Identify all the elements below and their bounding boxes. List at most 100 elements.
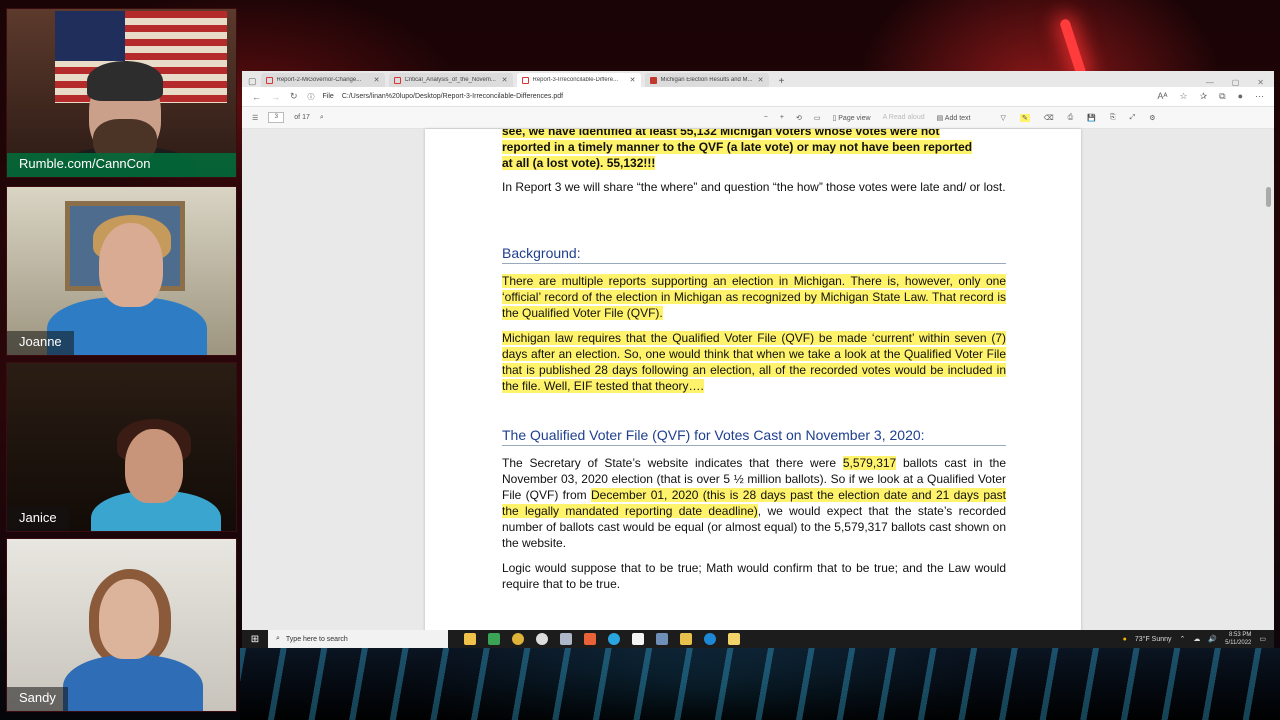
info-icon[interactable]: ⓘ <box>308 92 315 102</box>
forward-icon[interactable]: → <box>271 92 280 102</box>
background-paragraph-2: Michigan law requires that the Qualified… <box>502 330 1006 394</box>
minimize-icon[interactable]: — <box>1206 78 1214 87</box>
app-icon[interactable] <box>560 633 572 645</box>
browser-tab[interactable]: Report-2-MiGovernor-Change... ✕ <box>260 73 385 87</box>
weather-text[interactable]: 73°F Sunny <box>1135 636 1172 643</box>
app-icon[interactable] <box>656 633 668 645</box>
file-explorer-icon[interactable] <box>464 633 476 645</box>
clock-date: 5/11/2022 <box>1225 640 1252 646</box>
save-as-icon[interactable]: ⎘ <box>1110 114 1116 122</box>
weather-icon[interactable]: ● <box>1123 636 1127 643</box>
page-view-button[interactable]: ▯ Page view <box>832 114 870 122</box>
pdf-icon <box>393 76 401 84</box>
close-tab-icon[interactable]: ✕ <box>502 76 508 84</box>
pdf-viewer[interactable]: see, we have identified at least 55,132 … <box>242 129 1274 630</box>
highlight-icon[interactable]: ✎ <box>1019 113 1030 122</box>
erase-icon[interactable]: ⌫ <box>1044 114 1054 122</box>
highlighted-text: Michigan law requires that the Qualified… <box>502 331 1006 393</box>
save-icon[interactable]: 💾 <box>1087 114 1096 122</box>
brave-icon[interactable] <box>584 633 596 645</box>
fullscreen-icon[interactable]: ⤢ <box>1130 114 1136 122</box>
page-number-input[interactable]: 3 <box>268 112 285 123</box>
read-mode-icon[interactable]: Aᴬ <box>1157 91 1167 102</box>
guest-head <box>125 429 183 503</box>
tab-actions-icon[interactable]: ▢ <box>248 76 257 87</box>
page-total: of 17 <box>294 114 310 121</box>
browser-tab-active[interactable]: Report-3-Irreconcilable-Differe... ✕ <box>516 73 641 87</box>
draw-icon[interactable]: ▽ <box>1000 114 1005 122</box>
app-icon[interactable] <box>488 633 500 645</box>
obs-icon[interactable] <box>536 633 548 645</box>
edge-icon[interactable] <box>704 633 716 645</box>
intro-line: reported in a timely manner to the QVF (… <box>502 140 973 154</box>
windows-start-icon[interactable]: ⊞ <box>242 634 268 645</box>
fit-page-icon[interactable]: ▭ <box>814 114 821 122</box>
webcam-guest-joanne: Joanne <box>6 186 237 356</box>
browser-tab[interactable]: Michigan Election Results and M... ✕ <box>644 73 769 87</box>
background-heading: Background: <box>502 245 1006 264</box>
url-field[interactable]: ⓘ File C:/Users/linan%20lupo/Desktop/Rep… <box>308 92 564 102</box>
chevron-up-icon[interactable]: ⌃ <box>1180 635 1186 643</box>
pdf-page: see, we have identified at least 55,132 … <box>425 129 1081 630</box>
webcam-guest-janice: Janice <box>6 362 237 532</box>
background-paragraph-1: There are multiple reports supporting an… <box>502 273 1006 321</box>
pdf-icon <box>521 76 529 84</box>
tab-title: Michigan Election Results and M... <box>660 77 753 83</box>
read-aloud-button[interactable]: A Read aloud <box>883 114 925 121</box>
close-window-icon[interactable]: ✕ <box>1257 78 1264 87</box>
new-tab-button[interactable]: + <box>773 76 791 87</box>
network-icon[interactable]: ☁ <box>1193 635 1200 643</box>
close-tab-icon[interactable]: ✕ <box>758 76 764 84</box>
search-icon: ⌕ <box>276 635 280 642</box>
chrome-icon[interactable] <box>512 633 524 645</box>
pdf-icon <box>265 76 273 84</box>
telegram-icon[interactable] <box>608 633 620 645</box>
browser-tab[interactable]: Critical_Analysis_of_the_Novem... ✕ <box>388 73 513 87</box>
site-icon <box>649 76 657 84</box>
webcam-nameplate: Janice <box>7 507 69 531</box>
app-icon[interactable] <box>680 633 692 645</box>
tab-title: Report-2-MiGovernor-Change... <box>276 77 362 83</box>
scrollbar-thumb[interactable] <box>1266 187 1271 207</box>
app-icon[interactable] <box>728 633 740 645</box>
maximize-icon[interactable]: ▢ <box>1232 78 1240 87</box>
window-controls: — ▢ ✕ <box>1206 78 1274 87</box>
webcam-host: Rumble.com/CannCon <box>6 8 237 178</box>
more-menu-icon[interactable]: ⋯ <box>1255 91 1264 102</box>
guest-head <box>99 579 159 659</box>
file-label: File <box>322 93 334 100</box>
close-tab-icon[interactable]: ✕ <box>374 76 380 84</box>
pdf-toolbar: ☰ 3 of 17 ⌕ − + ⟲ ▭ ▯ Page view A Read a… <box>242 107 1274 129</box>
guest-figure <box>63 655 203 711</box>
clock[interactable]: 8:53 PM 5/11/2022 <box>1225 631 1251 647</box>
profile-avatar[interactable]: ● <box>1238 91 1243 102</box>
zoom-in-icon[interactable]: + <box>780 114 784 121</box>
volume-icon[interactable]: 🔊 <box>1208 635 1217 643</box>
refresh-icon[interactable]: ↻ <box>290 91 298 102</box>
favorites-icon[interactable]: ✰ <box>1200 91 1208 102</box>
zoom-out-icon[interactable]: − <box>764 114 768 121</box>
taskbar-search[interactable]: ⌕ Type here to search <box>268 630 448 648</box>
print-icon[interactable]: ⎙ <box>1068 114 1074 122</box>
webcam-nameplate: Joanne <box>7 331 74 355</box>
browser-actions: Aᴬ ☆ ✰ ⧉ ● ⋯ <box>1157 91 1264 102</box>
find-icon[interactable]: ⌕ <box>320 114 324 122</box>
webcam-nameplate: Sandy <box>7 687 68 711</box>
close-tab-icon[interactable]: ✕ <box>630 76 636 84</box>
collections-icon[interactable]: ⧉ <box>1219 91 1225 102</box>
system-tray: ● 73°F Sunny ⌃ ☁ 🔊 8:53 PM 5/11/2022 ▭ <box>1123 631 1274 647</box>
taskbar-apps <box>464 633 740 645</box>
document-icon[interactable] <box>632 633 644 645</box>
rotate-icon[interactable]: ⟲ <box>796 114 802 122</box>
back-icon[interactable]: ← <box>252 92 261 102</box>
notifications-icon[interactable]: ▭ <box>1259 635 1266 643</box>
favorite-star-icon[interactable]: ☆ <box>1180 91 1188 102</box>
pdf-tools: ▽ ✎ ⌫ ⎙ 💾 ⎘ ⤢ ⚙ <box>1000 113 1155 122</box>
host-beanie <box>87 61 163 101</box>
add-text-button[interactable]: ▤ Add text <box>937 114 971 122</box>
settings-gear-icon[interactable]: ⚙ <box>1149 114 1155 122</box>
taskbar: ⊞ ⌕ Type here to search ● 73°F Sunny ⌃ ☁… <box>242 630 1274 648</box>
contents-icon[interactable]: ☰ <box>252 114 258 122</box>
url-text[interactable]: C:/Users/linan%20lupo/Desktop/Report-3-I… <box>342 93 563 100</box>
intro-line: see, we have identified at least 55,132 … <box>502 129 940 138</box>
